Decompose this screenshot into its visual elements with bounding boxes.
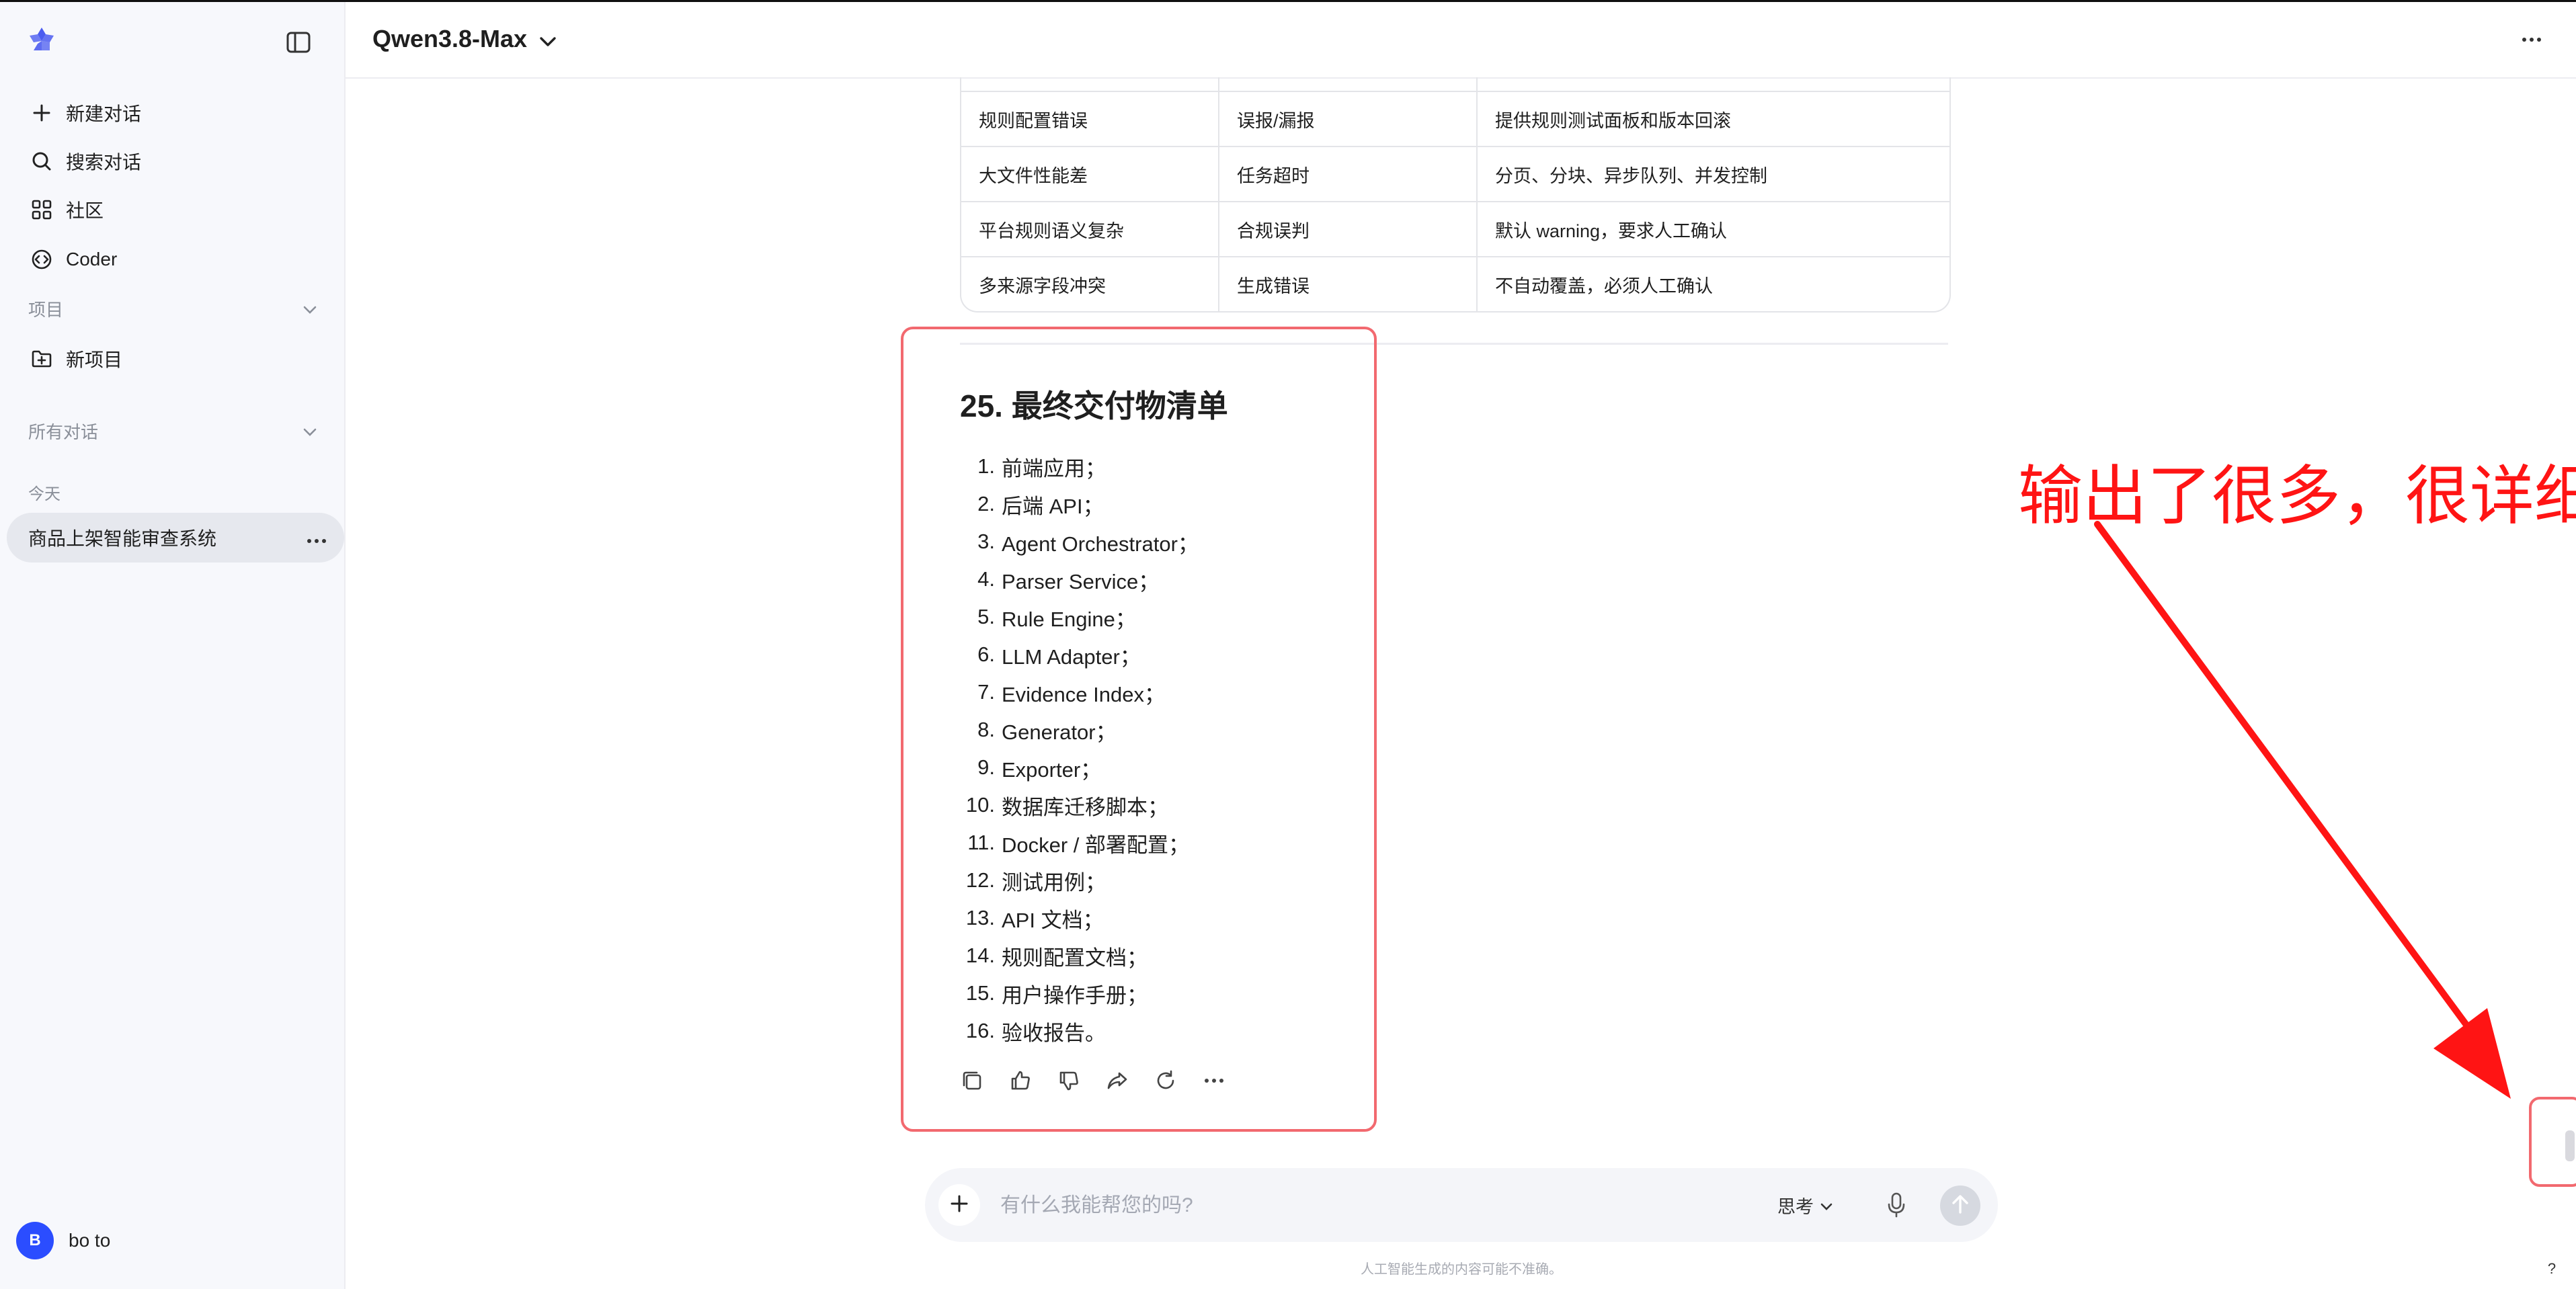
more-options-icon[interactable] xyxy=(2517,25,2546,54)
all-chats-section-toggle[interactable]: 所有对话 xyxy=(28,417,317,444)
table-cell: 提供规则测试面板和版本回滚 xyxy=(1495,110,1731,131)
chevron-down-icon xyxy=(1820,1195,1833,1216)
new-chat-button[interactable]: 新建对话 xyxy=(28,96,141,130)
projects-section-toggle[interactable]: 项目 xyxy=(28,295,317,322)
chevron-down-icon xyxy=(303,421,317,442)
annotation-arrow-icon xyxy=(2094,521,2511,1099)
help-button[interactable]: ? xyxy=(2540,1257,2564,1281)
risk-table: 规则配置错误 误报/漏报 提供规则测试面板和版本回滚 大文件性能差 任务超时 分… xyxy=(960,77,1951,313)
folder-plus-icon xyxy=(28,345,55,372)
chat-item-title: 商品上架智能审查系统 xyxy=(28,528,217,549)
table-cell: 合规误判 xyxy=(1219,202,1478,256)
microphone-icon[interactable] xyxy=(1880,1188,1913,1222)
table-cell: 规则配置错误 xyxy=(961,92,1219,146)
community-label: 社区 xyxy=(66,200,104,221)
table-cell: 默认 warning，要求人工确认 xyxy=(1495,220,1728,241)
arrow-up-icon xyxy=(1951,1194,1970,1218)
table-cell: 大文件性能差 xyxy=(961,147,1219,201)
new-project-label: 新项目 xyxy=(66,349,123,370)
chat-input-box: 思考 xyxy=(925,1168,1998,1242)
think-mode-selector[interactable]: 思考 xyxy=(1777,1192,1833,1218)
table-cell: 生成错误 xyxy=(1219,257,1478,311)
disclaimer-text: 人工智能生成的内容可能不准确。 xyxy=(1361,1262,1562,1277)
chevron-down-icon xyxy=(303,298,317,319)
all-chats-label: 所有对话 xyxy=(28,421,99,442)
table-cell: 分页、分块、异步队列、并发控制 xyxy=(1495,165,1767,186)
table-cell: 平台规则语义复杂 xyxy=(961,202,1219,256)
sidebar-toggle-icon[interactable] xyxy=(282,28,315,57)
model-selector[interactable]: Qwen3.8-Max xyxy=(372,25,557,53)
table-cell: 多来源字段冲突 xyxy=(961,257,1219,311)
coder-label: Coder xyxy=(66,249,118,269)
table-row: 平台规则语义复杂 合规误判 默认 warning，要求人工确认 xyxy=(961,201,1949,256)
message-input[interactable] xyxy=(999,1184,1741,1227)
code-icon xyxy=(28,246,55,273)
table-row: 规则配置错误 误报/漏报 提供规则测试面板和版本回滚 xyxy=(961,91,1949,146)
more-options-icon[interactable] xyxy=(307,527,327,548)
search-chat-label: 搜索对话 xyxy=(66,152,142,173)
user-name: bo to xyxy=(69,1230,111,1251)
qwen-logo-icon[interactable] xyxy=(26,25,58,57)
table-cell: 不自动覆盖，必须人工确认 xyxy=(1495,276,1713,296)
send-button[interactable] xyxy=(1940,1186,1980,1226)
chat-header: Qwen3.8-Max xyxy=(346,2,2576,79)
avatar: B xyxy=(16,1222,54,1259)
grid-icon xyxy=(28,196,55,223)
today-group-label: 今天 xyxy=(28,485,61,503)
new-project-button[interactable]: 新项目 xyxy=(28,342,122,376)
search-icon xyxy=(28,148,55,175)
chevron-down-icon xyxy=(539,25,557,53)
table-row: 多来源字段冲突 生成错误 不自动覆盖，必须人工确认 xyxy=(961,256,1949,311)
table-row xyxy=(961,77,1949,91)
new-chat-label: 新建对话 xyxy=(66,103,142,124)
attach-button[interactable] xyxy=(938,1184,980,1226)
plus-icon xyxy=(28,99,55,126)
search-chat-button[interactable]: 搜索对话 xyxy=(28,144,141,178)
model-name: Qwen3.8-Max xyxy=(372,25,528,52)
user-profile[interactable]: B bo to xyxy=(16,1222,110,1259)
community-button[interactable]: 社区 xyxy=(28,193,104,226)
table-row: 大文件性能差 任务超时 分页、分块、异步队列、并发控制 xyxy=(961,146,1949,201)
scrollbar-thumb[interactable] xyxy=(2565,1130,2575,1161)
table-cell: 任务超时 xyxy=(1219,147,1478,201)
sidebar: 新建对话 搜索对话 社区 Coder 项目 新项目 所有对话 今天 商品上架智能… xyxy=(0,2,346,1289)
table-cell: 误报/漏报 xyxy=(1219,92,1478,146)
projects-label: 项目 xyxy=(28,299,64,320)
coder-button[interactable]: Coder xyxy=(28,243,117,276)
chat-item-active[interactable]: 商品上架智能审查系统 xyxy=(7,513,344,563)
plus-icon xyxy=(950,1194,969,1216)
highlight-box xyxy=(901,327,1377,1132)
think-mode-label: 思考 xyxy=(1777,1197,1814,1217)
